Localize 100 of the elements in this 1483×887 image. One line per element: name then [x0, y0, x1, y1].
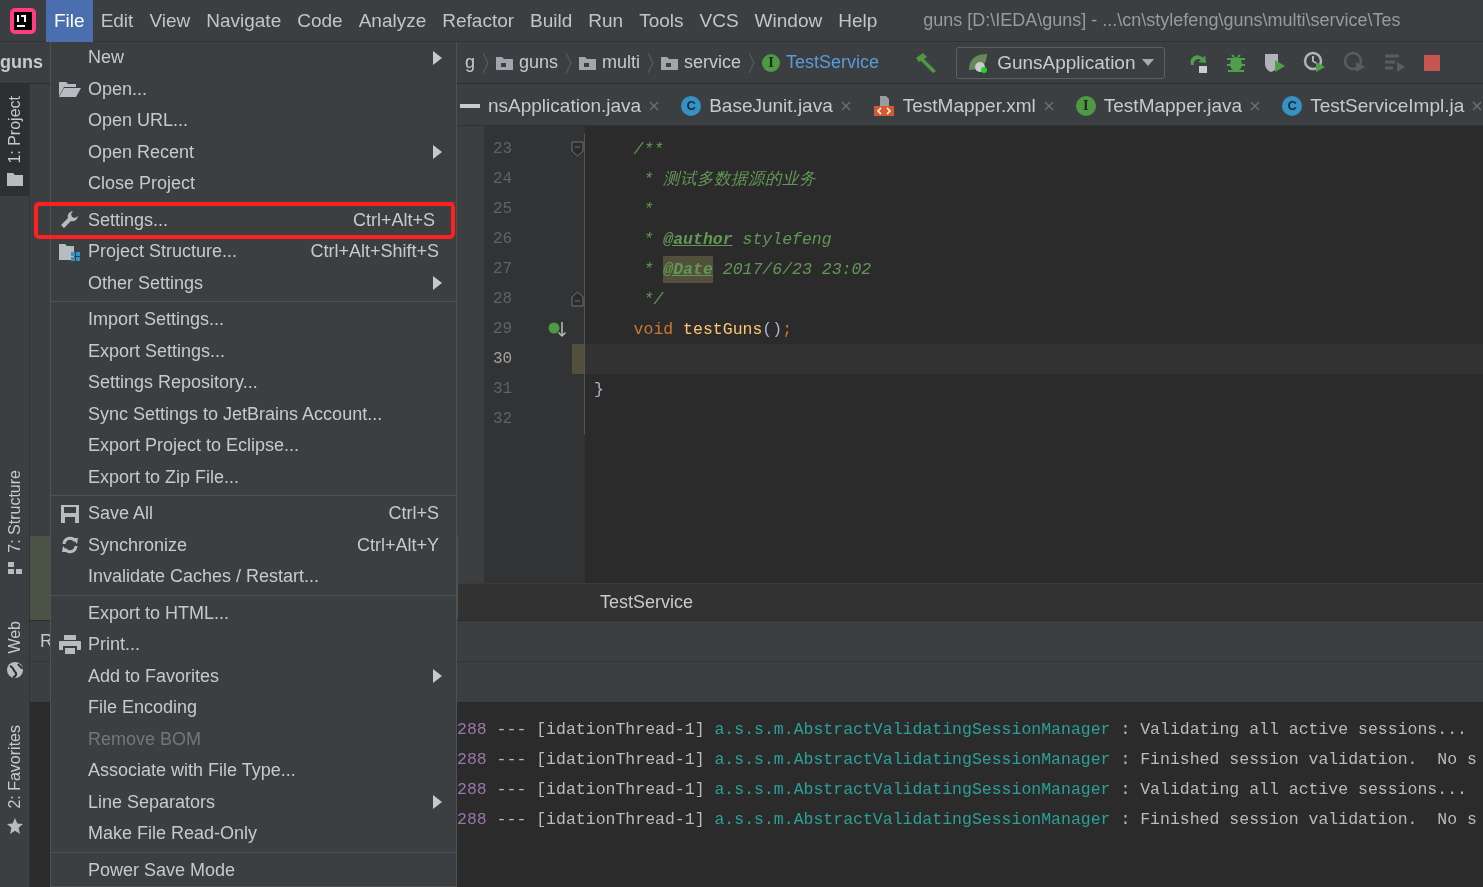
xml-file-icon	[872, 94, 895, 117]
project-crumb[interactable]: guns	[0, 52, 43, 72]
menu-item[interactable]: Help	[830, 0, 886, 42]
menu-entry[interactable]: Close Project	[51, 168, 456, 200]
close-icon[interactable]	[1250, 100, 1261, 111]
hammer-icon[interactable]	[914, 51, 939, 74]
menu-entry[interactable]: Export to HTML...	[51, 597, 456, 629]
attach-profiler-icon[interactable]	[1342, 50, 1367, 75]
submenu-arrow-icon	[433, 50, 442, 65]
tool-window-button[interactable]: Web	[0, 608, 29, 690]
menu-item[interactable]: Refactor	[434, 0, 523, 42]
file-type-icon	[460, 103, 480, 108]
menu-entry[interactable]: Project Structure... Ctrl+Alt+Shift+S	[51, 236, 456, 268]
editor-tab[interactable]: C BaseJunit.java	[679, 85, 865, 125]
code-token: @Date	[663, 255, 713, 283]
breadcrumb-item[interactable]: guns	[496, 52, 559, 73]
close-icon[interactable]	[649, 100, 660, 111]
breadcrumb-item[interactable]: service	[661, 52, 742, 73]
menu-item[interactable]: File	[46, 0, 93, 42]
submenu-arrow-icon	[433, 795, 442, 810]
console-logger: a.s.s.m.AbstractValidatingSessionManager	[714, 779, 1111, 799]
menu-entry[interactable]: Settings Repository...	[51, 367, 456, 399]
menu-entry[interactable]: Print...	[51, 629, 456, 661]
menu-entry[interactable]: Import Settings...	[51, 304, 456, 336]
breadcrumb-item[interactable]: g	[465, 52, 475, 73]
editor-tab[interactable]: C TestServiceImpl.ja	[1280, 85, 1483, 125]
class-icon: C	[1282, 95, 1303, 116]
menu-entry[interactable]: Open URL...	[51, 105, 456, 137]
menu-item[interactable]: Analyze	[350, 0, 435, 42]
tool-window-button[interactable]: 7: Structure	[0, 458, 29, 585]
menu-entry[interactable]: Settings... Ctrl+Alt+S	[37, 204, 452, 236]
menu-item[interactable]: Edit	[92, 0, 142, 42]
menu-item[interactable]: Code	[289, 0, 351, 42]
submenu-arrow-icon	[433, 276, 442, 291]
window-title: guns [D:\IEDA\guns] - ...\cn\stylefeng\guns\multi\service\Tes	[923, 10, 1401, 31]
close-icon[interactable]	[1472, 100, 1483, 111]
structure-icon	[6, 560, 23, 575]
profiler-icon[interactable]	[1302, 50, 1327, 75]
menu-entry[interactable]: Associate with File Type...	[51, 755, 456, 787]
breadcrumb-item[interactable]: I TestService	[762, 52, 880, 73]
globe-icon	[5, 661, 24, 680]
menu-item[interactable]: VCS	[691, 0, 747, 42]
folder-icon	[6, 171, 23, 186]
editor-tab[interactable]: nsApplication.java	[458, 85, 674, 125]
menu-entry[interactable]: Open...	[51, 73, 456, 105]
menu-item[interactable]: Navigate	[198, 0, 290, 42]
breadcrumb-item[interactable]: multi	[579, 52, 641, 73]
menu-entry[interactable]: Invalidate Caches / Restart...	[51, 561, 456, 593]
menu-entry[interactable]: Make File Read-Only	[51, 818, 456, 850]
menu-entry[interactable]: Synchronize Ctrl+Alt+Y	[51, 529, 456, 561]
bug-icon[interactable]	[1224, 51, 1247, 74]
console-logger: a.s.s.m.AbstractValidatingSessionManager	[714, 719, 1111, 739]
menu-entry[interactable]: Sync Settings to JetBrains Account...	[51, 398, 456, 430]
console-pid: 288	[457, 779, 487, 799]
project-structure-icon	[58, 242, 81, 261]
tool-window-button[interactable]: 2: Favorites	[0, 713, 29, 845]
implemented-marker-icon[interactable]	[547, 319, 568, 339]
menu-entry[interactable]: Save All Ctrl+S	[51, 498, 456, 530]
menu-entry[interactable]: Other Settings	[51, 267, 456, 299]
code-token: ;	[782, 319, 793, 339]
menu-entry[interactable]: New	[51, 42, 456, 74]
close-icon[interactable]	[1043, 100, 1054, 111]
fold-marker-icon[interactable]	[571, 141, 584, 157]
folder-icon	[496, 55, 513, 70]
chevron-icon	[647, 51, 655, 74]
console-thread: --- [idationThread-1]	[496, 779, 705, 799]
code-token: }	[594, 379, 604, 399]
menu-entry[interactable]: Export Settings...	[51, 335, 456, 367]
sync-icon	[60, 536, 79, 555]
console-logger: a.s.s.m.AbstractValidatingSessionManager	[714, 809, 1111, 829]
chevron-icon	[482, 51, 489, 74]
menu-entry[interactable]: Open Recent	[51, 136, 456, 168]
tool-window-button[interactable]: 1: Project	[0, 84, 29, 196]
code-token: @author	[663, 229, 733, 249]
menu-item[interactable]: Run	[580, 0, 632, 42]
menu-entry[interactable]: Add to Favorites	[51, 660, 456, 692]
editor-tab[interactable]: TestMapper.xml	[870, 85, 1068, 125]
menu-item[interactable]: Build	[522, 0, 581, 42]
menu-entry[interactable]: Export to Zip File...	[51, 461, 456, 493]
line-number: 30	[493, 350, 514, 368]
menu-entry[interactable]: Line Separators	[51, 786, 456, 818]
fold-marker-icon[interactable]	[571, 291, 584, 307]
menu-item[interactable]: Window	[746, 0, 831, 42]
submenu-arrow-icon	[433, 145, 442, 160]
menu-entry[interactable]: Power Save Mode	[51, 854, 456, 886]
console-message: : Finished session validation. No s	[1120, 749, 1477, 769]
menu-item[interactable]: Tools	[631, 0, 692, 42]
menu-entry[interactable]: Export Project to Eclipse...	[51, 430, 456, 462]
menu-entry[interactable]: File Encoding	[51, 692, 456, 724]
menu-item[interactable]: View	[141, 0, 199, 42]
shield-run-icon[interactable]	[1262, 51, 1287, 74]
code-token: */	[642, 289, 664, 309]
editor-tab[interactable]: I TestMapper.java	[1073, 85, 1275, 125]
interface-icon: I	[1075, 95, 1096, 116]
editor-breadcrumb[interactable]: TestService	[600, 591, 694, 613]
run-configuration-dropdown[interactable]: GunsApplication	[956, 46, 1165, 79]
close-icon[interactable]	[840, 100, 851, 111]
stop-icon[interactable]	[1422, 53, 1441, 72]
console-pid: 288	[457, 749, 487, 769]
code-token: void	[632, 319, 674, 339]
